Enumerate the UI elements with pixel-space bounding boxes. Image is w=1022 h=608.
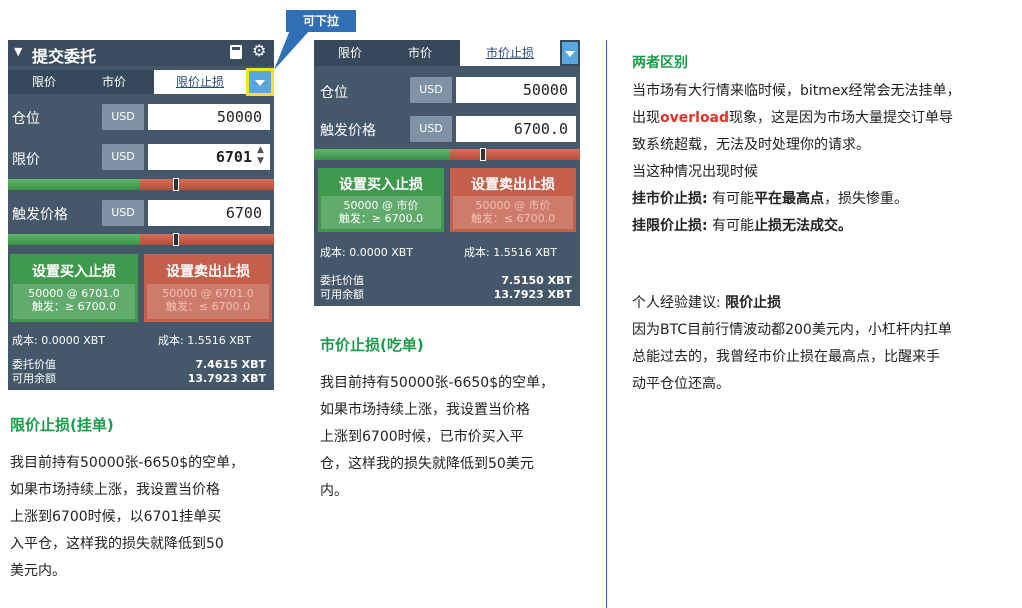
order-value-label: 委托价值: [320, 274, 364, 287]
buy-stop-details: 50000 @ 6701.0 触发：≥ 6700.0: [13, 284, 135, 319]
quantity-label: 仓位: [320, 85, 348, 101]
tab-market-stop[interactable]: 市价止损: [460, 40, 560, 66]
sell-stop-details: 50000 @ 市价 触发：≤ 6700.0: [453, 196, 573, 229]
overload-keyword: overload: [660, 110, 730, 126]
limit-price-stepper-icon[interactable]: ▲ ▼: [257, 145, 264, 167]
limit-stop-order-panel: ▼ 提交委托 ⚙ 限价 市价 限价止损 仓位 USD 50000 限价 USD …: [8, 40, 274, 390]
order-value: 7.4615 XBT: [195, 358, 266, 371]
trigger-slider[interactable]: [8, 233, 274, 246]
order-type-dropdown-button[interactable]: [246, 68, 274, 96]
market-stop-order-panel: 限价 市价 市价止损 仓位 USD 50000 触发价格 USD 6700.0 …: [314, 40, 580, 306]
limit-stop-heading: 限价止损(挂单): [10, 416, 114, 434]
vertical-divider: [606, 40, 607, 608]
dropdown-callout: 可下拉: [286, 10, 356, 32]
limit-price-label: 限价: [12, 152, 40, 168]
callout-pointer: [274, 30, 310, 70]
leverage-slider[interactable]: [314, 148, 580, 161]
tab-market[interactable]: 市价: [84, 70, 144, 94]
difference-heading: 两者区别: [632, 55, 688, 71]
order-type-dropdown-button[interactable]: [562, 42, 578, 64]
market-stop-description: 我目前持有50000张-6650$的空单， 如果市场持续上涨，我设置当价格 上涨…: [320, 375, 555, 499]
difference-description: 当市场有大行情来临时候，bitmex经常会无法挂单， 出现overload现象，…: [632, 83, 961, 234]
buy-cost: 成本: 0.0000 XBT: [320, 246, 413, 259]
slider-handle[interactable]: [173, 233, 179, 246]
set-buy-stop-button[interactable]: 设置买入止损 50000 @ 6701.0 触发：≥ 6700.0: [10, 254, 138, 322]
limit-price-unit: USD: [102, 144, 144, 170]
buy-stop-title: 设置买入止损: [339, 177, 423, 193]
order-type-tabs: 限价 市价 限价止损: [8, 68, 274, 96]
tab-limit-stop[interactable]: 限价止损: [154, 70, 246, 94]
sell-stop-title: 设置卖出止损: [471, 177, 555, 193]
personal-advice: 个人经验建议: 限价止损 因为BTC目前行情波动都200美元内，小杠杆内扛单 总…: [632, 295, 952, 392]
quantity-label: 仓位: [12, 111, 40, 127]
quantity-unit: USD: [102, 104, 144, 130]
quantity-unit: USD: [410, 77, 452, 103]
leverage-slider[interactable]: [8, 178, 274, 191]
available-balance: 13.7923 XBT: [493, 288, 572, 301]
market-stop-heading: 市价止损(吃单): [320, 336, 424, 354]
calculator-icon[interactable]: [230, 45, 242, 59]
buy-cost: 成本: 0.0000 XBT: [12, 334, 105, 347]
trigger-price-label: 触发价格: [320, 123, 376, 139]
order-type-tabs: 限价 市价 市价止损: [314, 40, 580, 66]
order-value: 7.5150 XBT: [501, 274, 572, 287]
set-buy-stop-button[interactable]: 设置买入止损 50000 @ 市价 触发：≥ 6700.0: [318, 168, 444, 232]
panel-header: ▼ 提交委托 ⚙: [8, 40, 274, 66]
set-sell-stop-button[interactable]: 设置卖出止损 50000 @ 市价 触发：≤ 6700.0: [450, 168, 576, 232]
slider-handle[interactable]: [173, 178, 179, 191]
quantity-input[interactable]: 50000: [148, 104, 270, 130]
sell-cost: 成本: 1.5516 XBT: [464, 246, 557, 259]
trigger-price-unit: USD: [410, 116, 452, 142]
sell-stop-details: 50000 @ 6701.0 触发：≤ 6700.0: [147, 284, 269, 319]
limit-price-input[interactable]: 6701: [148, 144, 270, 170]
sell-stop-title: 设置卖出止损: [166, 264, 250, 280]
trigger-price-input[interactable]: 6700.0: [456, 116, 576, 142]
buy-stop-title: 设置买入止损: [32, 264, 116, 280]
order-value-label: 委托价值: [12, 358, 56, 371]
available-balance: 13.7923 XBT: [187, 372, 266, 385]
set-sell-stop-button[interactable]: 设置卖出止损 50000 @ 6701.0 触发：≤ 6700.0: [144, 254, 272, 322]
limit-price-value: 6701: [215, 148, 252, 166]
trigger-price-label: 触发价格: [12, 207, 68, 223]
limit-stop-description: 我目前持有50000张-6650$的空单， 如果市场持续上涨，我设置当价格 上涨…: [10, 455, 245, 579]
collapse-chevron-icon[interactable]: ▼: [14, 45, 22, 58]
trigger-price-unit: USD: [102, 200, 144, 226]
slider-handle[interactable]: [480, 148, 486, 161]
tab-limit[interactable]: 限价: [14, 70, 74, 94]
tab-limit[interactable]: 限价: [320, 40, 380, 66]
panel-title: 提交委托: [32, 47, 97, 66]
trigger-price-input[interactable]: 6700: [148, 200, 270, 226]
sell-cost: 成本: 1.5516 XBT: [158, 334, 251, 347]
quantity-input[interactable]: 50000: [456, 77, 576, 103]
available-label: 可用余额: [320, 288, 364, 301]
gear-icon[interactable]: ⚙: [252, 41, 266, 60]
tab-market[interactable]: 市价: [390, 40, 450, 66]
available-label: 可用余额: [12, 372, 56, 385]
buy-stop-details: 50000 @ 市价 触发：≥ 6700.0: [321, 196, 441, 229]
